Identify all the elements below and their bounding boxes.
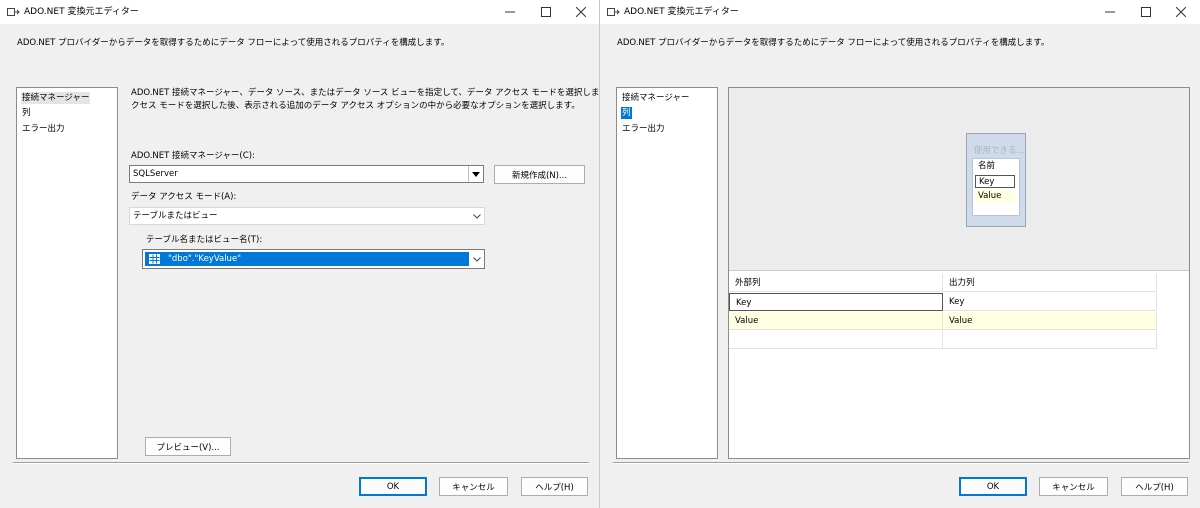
editor-dialog-columns: ADO.NET 変換元エディター ADO.NET プロバイダーからデータを取得す… (600, 0, 1200, 508)
grid-cell-empty[interactable] (729, 331, 943, 349)
app-icon (607, 6, 621, 18)
nav-item-error-output[interactable]: エラー出力 (21, 123, 66, 135)
table-icon (149, 254, 160, 267)
table-name-combo[interactable]: "dbo"."KeyValue" (142, 249, 485, 269)
grid-header-output-column: 出力列 (943, 274, 1157, 292)
nav-item-error-output[interactable]: エラー出力 (621, 123, 666, 135)
intro-text-line1: ADO.NET 接続マネージャー、データ ソース、またはデータ ソース ビューを… (131, 88, 600, 98)
title-bar[interactable]: ADO.NET 変換元エディター (600, 0, 1200, 24)
available-columns-list: 名前 Key Value (972, 158, 1020, 216)
cancel-button[interactable]: キャンセル (439, 477, 508, 496)
available-columns-table[interactable]: 使用できる... 名前 Key Value (966, 133, 1026, 227)
grid-cell-output[interactable]: Value (943, 312, 1157, 330)
new-connection-button[interactable]: 新規作成(N)... (494, 165, 585, 184)
column-header-name: 名前 (978, 161, 996, 171)
connection-manager-label: ADO.NET 接続マネージャー(C): (131, 151, 255, 161)
column-mapping-panel: 使用できる... 名前 Key Value 外部列 出力列 Key Key Va… (728, 87, 1190, 459)
grid-header-external-column: 外部列 (729, 274, 943, 292)
intro-text-line2: クセス モードを選択した後、表示される追加のデータ アクセス オプションの中から… (131, 101, 580, 111)
column-item-value[interactable]: Value (975, 190, 1015, 203)
close-icon[interactable] (1158, 0, 1200, 24)
chevron-down-icon[interactable] (470, 251, 484, 267)
separator (13, 462, 589, 464)
grid-cell-external[interactable]: Value (729, 312, 943, 330)
nav-item-columns[interactable]: 列 (621, 107, 632, 119)
page-list: 接続マネージャー 列 エラー出力 (616, 87, 718, 459)
dialog-description: ADO.NET プロバイダーからデータを取得するためにデータ フローによって使用… (17, 38, 450, 48)
nav-item-columns[interactable]: 列 (21, 107, 32, 119)
connection-manager-value: SQLServer (133, 169, 178, 179)
dialog-description: ADO.NET プロバイダーからデータを取得するためにデータ フローによって使用… (617, 38, 1050, 48)
ok-button[interactable]: OK (959, 477, 1027, 496)
data-access-mode-value: テーブルまたはビュー (133, 211, 218, 221)
app-icon (7, 6, 21, 18)
data-access-mode-combo[interactable]: テーブルまたはビュー (129, 207, 485, 225)
separator (613, 462, 1189, 464)
cancel-button[interactable]: キャンセル (1039, 477, 1108, 496)
window-title: ADO.NET 変換元エディター (624, 7, 739, 17)
table-name-selection: "dbo"."KeyValue" (145, 252, 469, 266)
preview-button[interactable]: プレビュー(V)... (145, 437, 231, 456)
ok-button[interactable]: OK (359, 477, 427, 496)
table-name-label: テーブル名またはビュー名(T): (146, 235, 263, 245)
dropdown-arrow-icon[interactable] (468, 166, 483, 182)
title-bar[interactable]: ADO.NET 変換元エディター (0, 0, 600, 24)
help-button[interactable]: ヘルプ(H) (1121, 477, 1188, 496)
nav-item-connection-manager[interactable]: 接続マネージャー (21, 92, 91, 104)
editor-dialog-connection-manager: ADO.NET 変換元エディター ADO.NET プロバイダーからデータを取得す… (0, 0, 600, 508)
nav-item-connection-manager[interactable]: 接続マネージャー (621, 92, 690, 104)
table-name-value: "dbo"."KeyValue" (168, 254, 242, 264)
mapping-canvas: 使用できる... 名前 Key Value (729, 88, 1189, 271)
page-list: 接続マネージャー 列 エラー出力 (16, 87, 118, 459)
window-title: ADO.NET 変換元エディター (24, 7, 139, 17)
available-columns-title: 使用できる... (974, 146, 1025, 156)
chevron-down-icon[interactable] (470, 208, 484, 224)
grid-cell-empty[interactable] (943, 331, 1157, 349)
connection-manager-combo[interactable]: SQLServer (129, 165, 484, 183)
column-item-key[interactable]: Key (975, 175, 1015, 188)
grid-cell-output[interactable]: Key (943, 293, 1157, 311)
data-access-mode-label: データ アクセス モード(A): (131, 192, 237, 202)
help-button[interactable]: ヘルプ(H) (521, 477, 588, 496)
grid-cell-external[interactable]: Key (729, 293, 943, 311)
close-icon[interactable] (558, 0, 600, 24)
